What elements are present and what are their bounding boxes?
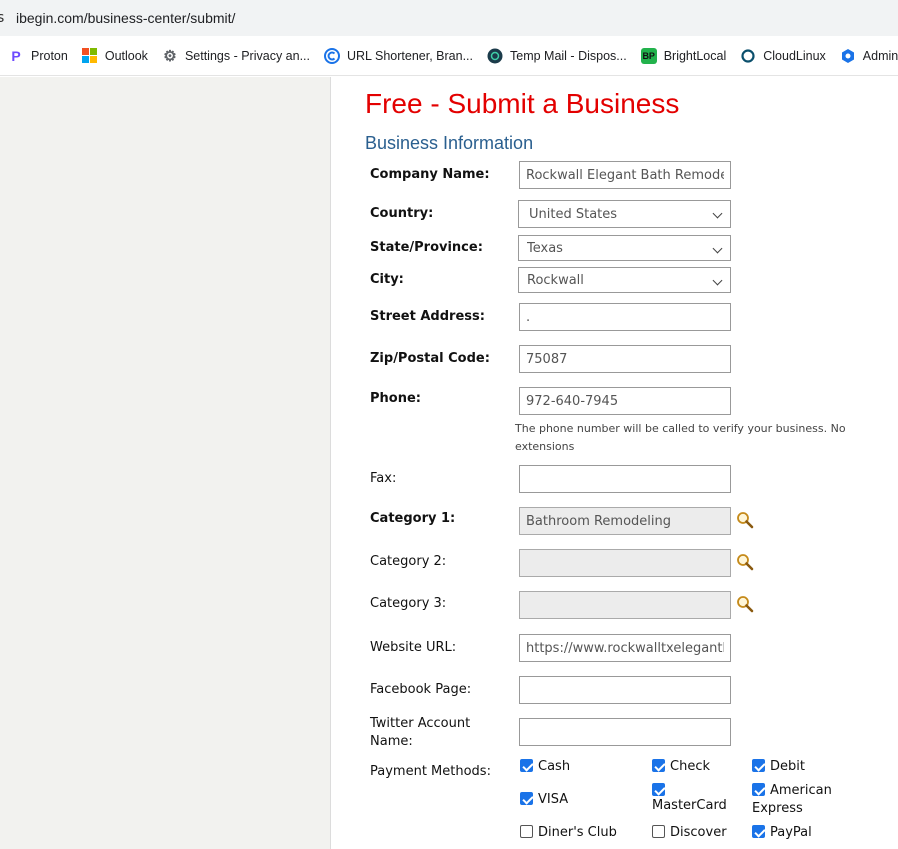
admin-icon: [840, 48, 856, 64]
payment-cash-label: Cash: [538, 759, 571, 774]
payment-american-express-label: American Express: [752, 783, 832, 816]
payment-debit-checkbox[interactable]: [752, 759, 765, 772]
url-text[interactable]: ibegin.com/business-center/submit/: [16, 10, 235, 26]
company-name-label: Company Name:: [370, 167, 490, 182]
payment-mastercard-label: MasterCard: [652, 798, 727, 813]
payment-methods-label: Payment Methods:: [370, 764, 491, 779]
category-2-search-icon[interactable]: [736, 553, 754, 571]
bookmark-cloudlinux[interactable]: CloudLinux: [740, 42, 826, 70]
gear-icon: ⚙: [163, 47, 177, 65]
facebook-page-input[interactable]: [519, 676, 731, 704]
phone-label: Phone:: [370, 391, 421, 406]
city-select[interactable]: Rockwall: [518, 267, 731, 293]
bookmark-settings[interactable]: ⚙ Settings - Privacy an...: [162, 42, 310, 70]
phone-input[interactable]: 972-640-7945: [519, 387, 731, 415]
payment-mastercard-checkbox[interactable]: [652, 783, 665, 796]
bookmark-admin[interactable]: Admin: [840, 42, 898, 70]
bookmark-url-shortener[interactable]: URL Shortener, Bran...: [324, 42, 473, 70]
payment-diners-club-checkbox[interactable]: [520, 825, 533, 838]
payment-check-checkbox[interactable]: [652, 759, 665, 772]
category-2-label: Category 2:: [370, 554, 447, 569]
website-url-input[interactable]: https://www.rockwalltxelegantbathremodel…: [519, 634, 731, 662]
proton-icon: P: [11, 47, 21, 64]
facebook-page-label: Facebook Page:: [370, 682, 472, 697]
fax-input[interactable]: [519, 465, 731, 493]
category-2-input[interactable]: [519, 549, 731, 577]
category-3-input[interactable]: [519, 591, 731, 619]
category-3-search-icon[interactable]: [736, 595, 754, 613]
category-1-label: Category 1:: [370, 511, 456, 526]
bookmark-brightlocal[interactable]: BP BrightLocal: [640, 42, 726, 70]
company-name-input[interactable]: Rockwall Elegant Bath Remodel: [519, 161, 731, 189]
payment-paypal-checkbox[interactable]: [752, 825, 765, 838]
left-sidebar: [0, 77, 331, 849]
website-url-label: Website URL:: [370, 640, 457, 655]
phone-note: The phone number will be called to verif…: [515, 422, 846, 453]
bookmarks-bar: P Proton Outlook ⚙ Settings - Privacy an…: [0, 36, 898, 76]
fax-label: Fax:: [370, 471, 397, 486]
payment-cash-checkbox[interactable]: [520, 759, 533, 772]
city-label: City:: [370, 272, 404, 287]
zip-code-input[interactable]: 75087: [519, 345, 731, 373]
site-info-icon[interactable]: s: [0, 0, 8, 36]
state-label: State/Province:: [370, 240, 483, 255]
street-address-label: Street Address:: [370, 309, 485, 324]
payment-discover-label: Discover: [670, 825, 727, 840]
category-1-input[interactable]: Bathroom Remodeling: [519, 507, 731, 535]
payment-paypal-label: PayPal: [770, 825, 812, 840]
payment-visa-label: VISA: [538, 792, 569, 807]
address-bar: s ibegin.com/business-center/submit/: [0, 0, 898, 36]
category-1-search-icon[interactable]: [736, 511, 754, 529]
twitter-account-input[interactable]: [519, 718, 731, 746]
main-content: Free - Submit a Business Business Inform…: [332, 77, 898, 849]
page-title: Free - Submit a Business: [365, 88, 680, 119]
payment-check-label: Check: [670, 759, 710, 774]
payment-visa-checkbox[interactable]: [520, 792, 533, 805]
temp-mail-icon: [487, 48, 503, 64]
street-address-input[interactable]: .: [519, 303, 731, 331]
cloudlinux-icon: [740, 48, 756, 64]
category-3-label: Category 3:: [370, 596, 447, 611]
outlook-icon: [82, 48, 98, 64]
country-label: Country:: [370, 206, 434, 221]
bookmark-proton[interactable]: P Proton: [8, 42, 68, 70]
twitter-account-label: Twitter Account Name:: [370, 716, 471, 749]
state-select[interactable]: Texas: [518, 235, 731, 261]
section-title: Business Information: [365, 133, 534, 153]
bookmark-outlook[interactable]: Outlook: [82, 42, 148, 70]
payment-discover-checkbox[interactable]: [652, 825, 665, 838]
country-select[interactable]: United States: [518, 200, 731, 228]
url-shortener-icon: [324, 47, 340, 64]
zip-code-label: Zip/Postal Code:: [370, 351, 490, 366]
brightlocal-icon: BP: [640, 47, 657, 64]
payment-debit-label: Debit: [770, 759, 805, 774]
payment-diners-club-label: Diner's Club: [538, 825, 617, 840]
bookmark-temp-mail[interactable]: Temp Mail - Dispos...: [487, 42, 627, 70]
